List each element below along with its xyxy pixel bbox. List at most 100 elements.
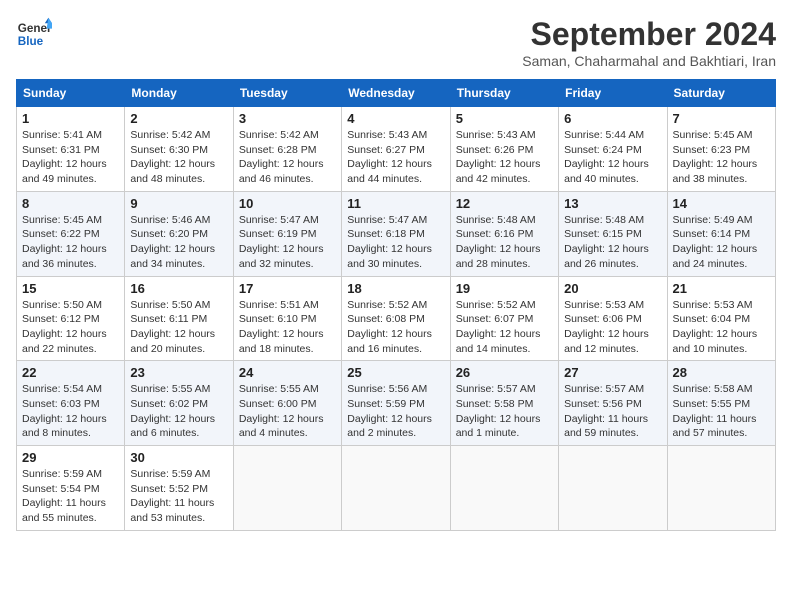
day-info: Sunrise: 5:59 AM Sunset: 5:54 PM Dayligh… <box>22 467 119 526</box>
subtitle: Saman, Chaharmahal and Bakhtiari, Iran <box>522 53 776 69</box>
day-info: Sunrise: 5:46 AM Sunset: 6:20 PM Dayligh… <box>130 213 227 272</box>
calendar-cell: 1Sunrise: 5:41 AM Sunset: 6:31 PM Daylig… <box>17 107 125 192</box>
calendar-cell: 16 Sunrise: 5:50 AM Sunset: 6:11 PM Dayli… <box>125 276 233 361</box>
day-number: 11 <box>347 196 444 211</box>
logo-icon: General Blue <box>16 16 52 52</box>
calendar-cell: 11 Sunrise: 5:47 AM Sunset: 6:18 PM Dayli… <box>342 191 450 276</box>
day-number: 16 <box>130 281 227 296</box>
calendar-cell <box>233 446 341 531</box>
day-info: Sunrise: 5:48 AM Sunset: 6:15 PM Dayligh… <box>564 213 661 272</box>
day-info: Sunrise: 5:45 AM Sunset: 6:22 PM Dayligh… <box>22 213 119 272</box>
calendar-cell <box>342 446 450 531</box>
calendar-cell <box>559 446 667 531</box>
day-info: Sunrise: 5:52 AM Sunset: 6:08 PM Dayligh… <box>347 298 444 357</box>
svg-text:Blue: Blue <box>18 35 44 48</box>
calendar-cell: 24Sunrise: 5:55 AM Sunset: 6:00 PM Dayli… <box>233 361 341 446</box>
day-number: 14 <box>673 196 770 211</box>
day-number: 12 <box>456 196 553 211</box>
calendar-week-4: 22 Sunrise: 5:54 AM Sunset: 6:03 PM Dayli… <box>17 361 776 446</box>
day-number: 26 <box>456 365 553 380</box>
weekday-header-wednesday: Wednesday <box>342 80 450 107</box>
day-number: 25 <box>347 365 444 380</box>
day-info: Sunrise: 5:43 AM Sunset: 6:27 PM Dayligh… <box>347 128 444 187</box>
day-number: 7 <box>673 111 770 126</box>
day-info: Sunrise: 5:42 AM Sunset: 6:30 PM Dayligh… <box>130 128 227 187</box>
calendar-cell: 19 Sunrise: 5:52 AM Sunset: 6:07 PM Dayli… <box>450 276 558 361</box>
day-number: 8 <box>22 196 119 211</box>
day-info: Sunrise: 5:49 AM Sunset: 6:14 PM Dayligh… <box>673 213 770 272</box>
svg-text:General: General <box>18 22 52 35</box>
calendar-cell: 26 Sunrise: 5:57 AM Sunset: 5:58 PM Dayli… <box>450 361 558 446</box>
logo: General Blue <box>16 16 52 52</box>
calendar-cell <box>450 446 558 531</box>
calendar-cell: 23Sunrise: 5:55 AM Sunset: 6:02 PM Dayli… <box>125 361 233 446</box>
calendar-cell: 8 Sunrise: 5:45 AM Sunset: 6:22 PM Daylig… <box>17 191 125 276</box>
day-number: 13 <box>564 196 661 211</box>
calendar-cell <box>667 446 775 531</box>
day-number: 30 <box>130 450 227 465</box>
day-info: Sunrise: 5:54 AM Sunset: 6:03 PM Dayligh… <box>22 382 119 441</box>
calendar-cell: 12 Sunrise: 5:48 AM Sunset: 6:16 PM Dayli… <box>450 191 558 276</box>
day-number: 27 <box>564 365 661 380</box>
day-number: 4 <box>347 111 444 126</box>
calendar-week-3: 15 Sunrise: 5:50 AM Sunset: 6:12 PM Dayli… <box>17 276 776 361</box>
title-area: September 2024 Saman, Chaharmahal and Ba… <box>522 16 776 69</box>
day-info: Sunrise: 5:55 AM Sunset: 6:00 PM Dayligh… <box>239 382 336 441</box>
calendar-cell: 7Sunrise: 5:45 AM Sunset: 6:23 PM Daylig… <box>667 107 775 192</box>
day-number: 5 <box>456 111 553 126</box>
calendar-cell: 17 Sunrise: 5:51 AM Sunset: 6:10 PM Dayli… <box>233 276 341 361</box>
day-info: Sunrise: 5:53 AM Sunset: 6:06 PM Dayligh… <box>564 298 661 357</box>
month-title: September 2024 <box>522 16 776 53</box>
weekday-header-monday: Monday <box>125 80 233 107</box>
day-info: Sunrise: 5:47 AM Sunset: 6:19 PM Dayligh… <box>239 213 336 272</box>
day-number: 10 <box>239 196 336 211</box>
weekday-header-saturday: Saturday <box>667 80 775 107</box>
day-info: Sunrise: 5:58 AM Sunset: 5:55 PM Dayligh… <box>673 382 770 441</box>
calendar-cell: 15 Sunrise: 5:50 AM Sunset: 6:12 PM Dayli… <box>17 276 125 361</box>
calendar-cell: 10 Sunrise: 5:47 AM Sunset: 6:19 PM Dayli… <box>233 191 341 276</box>
day-info: Sunrise: 5:50 AM Sunset: 6:12 PM Dayligh… <box>22 298 119 357</box>
calendar-week-1: 1Sunrise: 5:41 AM Sunset: 6:31 PM Daylig… <box>17 107 776 192</box>
day-info: Sunrise: 5:57 AM Sunset: 5:58 PM Dayligh… <box>456 382 553 441</box>
calendar-week-2: 8 Sunrise: 5:45 AM Sunset: 6:22 PM Daylig… <box>17 191 776 276</box>
day-number: 29 <box>22 450 119 465</box>
day-number: 22 <box>22 365 119 380</box>
day-number: 19 <box>456 281 553 296</box>
weekday-header-tuesday: Tuesday <box>233 80 341 107</box>
day-info: Sunrise: 5:57 AM Sunset: 5:56 PM Dayligh… <box>564 382 661 441</box>
calendar-cell: 6Sunrise: 5:44 AM Sunset: 6:24 PM Daylig… <box>559 107 667 192</box>
weekday-header-friday: Friday <box>559 80 667 107</box>
day-number: 17 <box>239 281 336 296</box>
weekday-header-thursday: Thursday <box>450 80 558 107</box>
day-info: Sunrise: 5:52 AM Sunset: 6:07 PM Dayligh… <box>456 298 553 357</box>
calendar-cell: 2Sunrise: 5:42 AM Sunset: 6:30 PM Daylig… <box>125 107 233 192</box>
day-info: Sunrise: 5:48 AM Sunset: 6:16 PM Dayligh… <box>456 213 553 272</box>
day-number: 6 <box>564 111 661 126</box>
calendar-cell: 14 Sunrise: 5:49 AM Sunset: 6:14 PM Dayli… <box>667 191 775 276</box>
calendar-cell: 28 Sunrise: 5:58 AM Sunset: 5:55 PM Dayli… <box>667 361 775 446</box>
day-number: 21 <box>673 281 770 296</box>
calendar-cell: 18 Sunrise: 5:52 AM Sunset: 6:08 PM Dayli… <box>342 276 450 361</box>
header: General Blue September 2024 Saman, Chaha… <box>16 16 776 69</box>
day-number: 9 <box>130 196 227 211</box>
calendar-cell: 27 Sunrise: 5:57 AM Sunset: 5:56 PM Dayli… <box>559 361 667 446</box>
day-number: 3 <box>239 111 336 126</box>
day-info: Sunrise: 5:47 AM Sunset: 6:18 PM Dayligh… <box>347 213 444 272</box>
calendar-cell: 22 Sunrise: 5:54 AM Sunset: 6:03 PM Dayli… <box>17 361 125 446</box>
weekday-header-sunday: Sunday <box>17 80 125 107</box>
day-info: Sunrise: 5:53 AM Sunset: 6:04 PM Dayligh… <box>673 298 770 357</box>
weekday-header-row: SundayMondayTuesdayWednesdayThursdayFrid… <box>17 80 776 107</box>
calendar-cell: 13 Sunrise: 5:48 AM Sunset: 6:15 PM Dayli… <box>559 191 667 276</box>
calendar-cell: 3Sunrise: 5:42 AM Sunset: 6:28 PM Daylig… <box>233 107 341 192</box>
day-info: Sunrise: 5:51 AM Sunset: 6:10 PM Dayligh… <box>239 298 336 357</box>
calendar-cell: 9 Sunrise: 5:46 AM Sunset: 6:20 PM Daylig… <box>125 191 233 276</box>
day-number: 18 <box>347 281 444 296</box>
day-info: Sunrise: 5:55 AM Sunset: 6:02 PM Dayligh… <box>130 382 227 441</box>
calendar-cell: 20 Sunrise: 5:53 AM Sunset: 6:06 PM Dayli… <box>559 276 667 361</box>
day-number: 20 <box>564 281 661 296</box>
day-info: Sunrise: 5:50 AM Sunset: 6:11 PM Dayligh… <box>130 298 227 357</box>
day-number: 1 <box>22 111 119 126</box>
calendar-cell: 25Sunrise: 5:56 AM Sunset: 5:59 PM Dayli… <box>342 361 450 446</box>
day-number: 15 <box>22 281 119 296</box>
day-number: 28 <box>673 365 770 380</box>
